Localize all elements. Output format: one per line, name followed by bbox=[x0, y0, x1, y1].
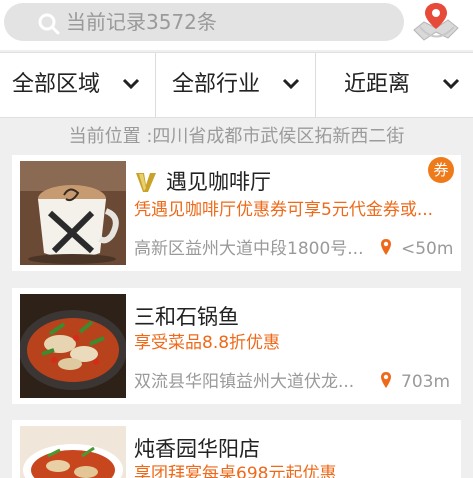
store-address: 双流县华阳镇益州大道伏龙... bbox=[134, 372, 355, 392]
filter-distance[interactable]: 近距离 bbox=[316, 53, 473, 117]
list-item[interactable]: 遇见咖啡厅 券 凭遇见咖啡厅优惠券可享5元代金券或... 高新区益州大道中段18… bbox=[12, 155, 461, 271]
chevron-down-icon bbox=[122, 78, 140, 90]
store-promo: 凭遇见咖啡厅优惠券可享5元代金券或... bbox=[134, 200, 434, 220]
store-promo: 享团拜宴每桌698元起优惠 bbox=[134, 464, 337, 478]
filter-area-label: 全部区域 bbox=[12, 72, 101, 97]
store-name: 三和石锅鱼 bbox=[134, 305, 239, 329]
filter-area[interactable]: 全部区域 bbox=[0, 53, 155, 117]
store-address: 高新区益州大道中段1800号... bbox=[134, 239, 364, 259]
search-placeholder: 当前记录3572条 bbox=[66, 10, 217, 34]
list-item[interactable]: 三和石锅鱼 享受菜品8.8折优惠 双流县华阳镇益州大道伏龙... 703m bbox=[12, 288, 461, 404]
store-name: 遇见咖啡厅 bbox=[166, 170, 271, 194]
search-icon bbox=[38, 13, 60, 35]
filter-industry-label: 全部行业 bbox=[172, 72, 261, 97]
store-name: 炖香园华阳店 bbox=[134, 437, 260, 461]
coffee-cup-image bbox=[20, 161, 126, 265]
filter-industry[interactable]: 全部行业 bbox=[156, 53, 315, 117]
stone-pot-fish-image bbox=[20, 294, 126, 398]
search-input[interactable]: 当前记录3572条 bbox=[4, 3, 404, 41]
store-distance: <50m bbox=[401, 239, 454, 259]
chevron-down-icon bbox=[442, 78, 460, 90]
coupon-badge: 券 bbox=[428, 157, 454, 183]
vip-v-badge-icon bbox=[136, 173, 156, 192]
filter-distance-label: 近距离 bbox=[344, 72, 411, 97]
current-location: 当前位置 :四川省成都市武侯区拓新西二街 bbox=[68, 126, 405, 147]
top-bar: 当前记录3572条 bbox=[0, 0, 473, 50]
chevron-down-icon bbox=[282, 78, 300, 90]
list-item[interactable]: 炖香园华阳店 享团拜宴每桌698元起优惠 bbox=[12, 420, 461, 478]
store-promo: 享受菜品8.8折优惠 bbox=[134, 333, 281, 353]
store-distance: 703m bbox=[401, 372, 451, 392]
map-pin-icon[interactable] bbox=[408, 0, 464, 44]
location-pin-icon bbox=[381, 372, 391, 388]
location-pin-icon bbox=[381, 239, 391, 255]
filter-bar: 全部区域 全部行业 近距离 bbox=[0, 52, 473, 118]
stew-dish-image bbox=[20, 426, 126, 478]
